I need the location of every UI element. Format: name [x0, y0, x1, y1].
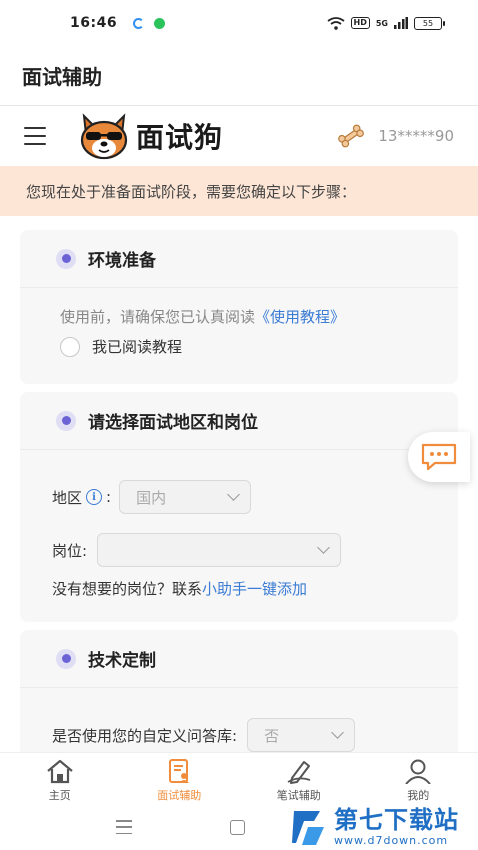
- tab-home[interactable]: 主页: [0, 753, 120, 808]
- position-help: 没有想要的岗位？联系小助手一键添加: [52, 578, 307, 599]
- battery-level: 55: [422, 18, 434, 28]
- status-time: 16:46: [70, 15, 118, 31]
- section-header: 请选择面试地区和岗位: [20, 392, 458, 450]
- section-title: 请选择面试地区和岗位: [88, 413, 258, 433]
- instruction-text: 使用前，请确保您已认真阅读: [60, 308, 256, 326]
- bone-icon: [338, 124, 365, 148]
- checkbox-label: 我已阅读教程: [92, 338, 183, 356]
- region-row: 地区 i : 国内: [52, 480, 252, 514]
- section-header: 技术定制: [20, 630, 458, 688]
- user-phone: 13*****90: [378, 127, 454, 145]
- user-area[interactable]: 13*****90: [336, 124, 454, 148]
- tutorial-instruction: 使用前，请确保您已认真阅读《使用教程》: [60, 306, 345, 327]
- tab-label: 笔试辅助: [276, 789, 321, 802]
- info-icon[interactable]: i: [86, 489, 103, 505]
- chevron-down-icon: [331, 726, 344, 739]
- home-icon: [47, 759, 73, 784]
- brand-header: 面试狗 13*****90: [0, 106, 478, 166]
- chat-icon: [421, 443, 457, 471]
- bullet-icon: [56, 248, 76, 269]
- recent-apps-icon[interactable]: [116, 820, 132, 834]
- status-right: HD 5G 55: [326, 16, 445, 30]
- custom-qa-select[interactable]: 否: [247, 718, 356, 752]
- custom-qa-label: 是否使用您的自定义问答库:: [52, 726, 238, 745]
- help-text: 没有想要的岗位？联系: [52, 580, 203, 598]
- position-select[interactable]: [97, 533, 342, 567]
- chevron-down-icon: [317, 541, 330, 554]
- watermark-logo-icon: [292, 810, 324, 845]
- custom-qa-row: 是否使用您的自定义问答库: 否: [52, 718, 356, 752]
- page-title: 面试辅助: [22, 65, 102, 89]
- bullet-icon: [56, 410, 76, 431]
- status-bar: 16:46 HD 5G 55: [0, 0, 478, 46]
- watermark: 第七下载站 www.d7down.com: [284, 804, 465, 849]
- wifi-icon: [326, 16, 345, 30]
- radio-icon[interactable]: [60, 336, 80, 357]
- bullet-icon: [56, 648, 76, 669]
- custom-qa-value: 否: [264, 726, 280, 745]
- section-header: 环境准备: [20, 230, 458, 288]
- brand-name: 面试狗: [136, 121, 224, 154]
- app-title-bar: 面试辅助: [0, 46, 478, 106]
- logo: 面试狗: [76, 112, 223, 160]
- position-row: 岗位:: [52, 533, 342, 567]
- tab-written-assist[interactable]: 笔试辅助: [239, 753, 359, 808]
- section-environment: 环境准备 使用前，请确保您已认真阅读《使用教程》 我已阅读教程: [20, 230, 458, 384]
- read-tutorial-checkbox[interactable]: 我已阅读教程: [60, 336, 182, 357]
- browser-notification-icon: [133, 17, 145, 29]
- network-label: 5G: [375, 18, 388, 28]
- position-label: 岗位:: [52, 541, 88, 560]
- region-label: 地区: [52, 488, 83, 507]
- tab-label: 面试辅助: [157, 789, 202, 802]
- menu-icon[interactable]: [24, 127, 46, 145]
- tab-mine[interactable]: 我的: [359, 753, 478, 808]
- dog-logo-icon: [80, 113, 128, 160]
- wechat-notification-icon: [154, 17, 166, 29]
- home-nav-icon[interactable]: [230, 820, 245, 835]
- notification-icons: [133, 17, 166, 29]
- region-value: 国内: [136, 488, 167, 507]
- chevron-down-icon: [227, 488, 240, 501]
- tab-interview-assist[interactable]: 面试辅助: [120, 753, 240, 808]
- tutorial-link[interactable]: 《使用教程》: [255, 308, 345, 326]
- section-tech-custom: 技术定制 是否使用您的自定义问答库: 否: [20, 630, 458, 760]
- watermark-title: 第七下载站: [334, 806, 459, 834]
- watermark-url: www.d7down.com: [334, 834, 449, 847]
- tab-label: 主页: [48, 789, 71, 802]
- chat-float-button[interactable]: [408, 432, 470, 482]
- section-title: 技术定制: [88, 651, 156, 671]
- hd-badge: HD: [350, 17, 370, 29]
- battery-icon: 55: [414, 16, 445, 30]
- stage-notice: 您现在处于准备面试阶段，需要您确定以下步骤：: [0, 166, 478, 216]
- pen-icon: [287, 761, 311, 784]
- user-icon: [405, 759, 432, 784]
- region-select[interactable]: 国内: [119, 480, 252, 514]
- document-icon: [169, 759, 190, 783]
- assistant-link[interactable]: 小助手一键添加: [202, 580, 307, 598]
- section-region-position: 请选择面试地区和岗位 地区 i : 国内 岗位: 没有想要的岗位？联系小助手一键…: [20, 392, 458, 622]
- section-title: 环境准备: [88, 251, 156, 271]
- signal-icon: [394, 17, 408, 29]
- bottom-tab-bar: 主页 面试辅助 笔试辅助 我的: [0, 752, 478, 808]
- tab-label: 我的: [407, 789, 430, 802]
